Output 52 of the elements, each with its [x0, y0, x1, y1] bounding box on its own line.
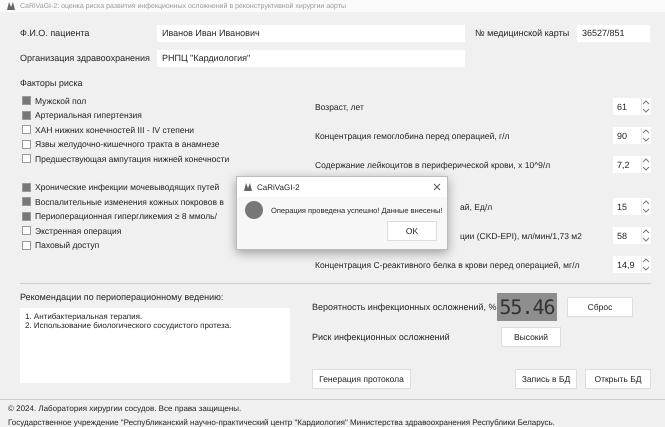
parameter-label: Содержание лейкоцитов в периферической крови, x 10^9/л — [315, 160, 552, 170]
risk-label: Риск инфекционных осложнений — [312, 332, 451, 342]
number-spinbox[interactable]: 90 — [613, 127, 651, 144]
save-to-db-button[interactable]: Запись в БД — [515, 369, 577, 390]
info-icon — [245, 201, 263, 219]
risk-factor-checkbox[interactable]: Экстренная операция — [20, 223, 310, 238]
number-spinbox[interactable]: 58 — [613, 227, 651, 244]
section-title: Факторы риска — [20, 78, 84, 90]
open-db-button[interactable]: Открыть БД — [585, 369, 651, 390]
parameter-label: ай, Ед/л — [460, 202, 494, 212]
number-spinbox[interactable]: 14,9 — [613, 256, 651, 274]
recommendations-label: Рекомендации по периоперационному ведению: — [20, 292, 224, 302]
reset-button[interactable]: Сброс — [567, 297, 633, 318]
risk-factor-checkbox[interactable]: Язвы желудочно-кишечного тракта в анамнезе — [20, 136, 310, 152]
parameter-label: Возраст, лет — [315, 102, 365, 112]
spin-arrows-icon[interactable] — [641, 228, 651, 244]
recommendations-box[interactable]: 1. Антибактериальная терапия. 2. Использование биологического сосудистого протеза. — [20, 308, 290, 384]
risk-factor-checkbox[interactable]: Паховый доступ — [20, 238, 310, 252]
close-icon[interactable] — [433, 183, 441, 191]
app-icon — [243, 182, 253, 192]
parameter-label: ции (CKD-EPI), мл/мин/1,73 м2 — [460, 230, 583, 241]
dialog-title: CaRiVaGI-2 — [257, 182, 301, 192]
organization-field[interactable]: РНПЦ "Кардиология" — [157, 50, 465, 67]
generate-protocol-button[interactable]: Генерация протокола — [312, 369, 411, 390]
field-label: № медицинской карты — [475, 28, 570, 38]
spin-arrows-icon[interactable] — [641, 199, 651, 214]
spin-arrows-icon[interactable] — [641, 128, 651, 144]
parameter-label: Концентрация С-реактивного белка в крови перед операцией, мг/л — [315, 260, 580, 270]
field-label: Организация здравоохранения — [20, 53, 151, 64]
number-spinbox[interactable]: 7,2 — [613, 156, 651, 174]
risk-level-button[interactable]: Высокий — [501, 327, 561, 348]
recommendation-text: 1. Антибактериальная терапия. — [25, 312, 142, 322]
risk-factor-checkbox[interactable]: Артериальная гипертензия — [20, 108, 310, 122]
ok-button[interactable]: OK — [387, 221, 437, 241]
recommendation-text: 2. Использование биологического сосудистого протеза. — [25, 321, 232, 330]
app-icon — [6, 1, 16, 12]
number-spinbox[interactable]: 15 — [613, 198, 651, 216]
spin-arrows-icon[interactable] — [641, 157, 651, 172]
risk-factor-checkbox[interactable]: ХАН нижних конечностей III - IV степени — [20, 122, 310, 137]
probability-label: Вероятность инфекционных осложнений, % — [312, 302, 497, 312]
parameter-label: Концентрация гемоглобина перед операцией, г/л — [315, 130, 510, 141]
number-spinbox[interactable]: 61 — [613, 98, 651, 116]
risk-factor-checkbox[interactable]: Предшествующая ампутация нижней конечности — [20, 151, 310, 166]
risk-factor-checkbox[interactable]: Мужской пол — [20, 93, 310, 108]
organization-text: Государственное учреждение "Республиканский научно-практический центр "Кардиология" Министерства здравоохранения Республики Беларусь. — [8, 418, 556, 427]
spin-arrows-icon[interactable] — [641, 257, 651, 272]
field-label: Ф.И.О. пациента — [20, 28, 90, 38]
spin-arrows-icon[interactable] — [641, 99, 651, 114]
copyright-text: © 2024. Лаборатория хирургии сосудов. Все права защищены. — [8, 404, 242, 413]
patient-name-field[interactable]: Иванов Иван Иванович — [157, 24, 465, 42]
probability-display: 55.46 — [497, 293, 557, 322]
card-number-field[interactable]: 36527/851 — [577, 24, 650, 42]
